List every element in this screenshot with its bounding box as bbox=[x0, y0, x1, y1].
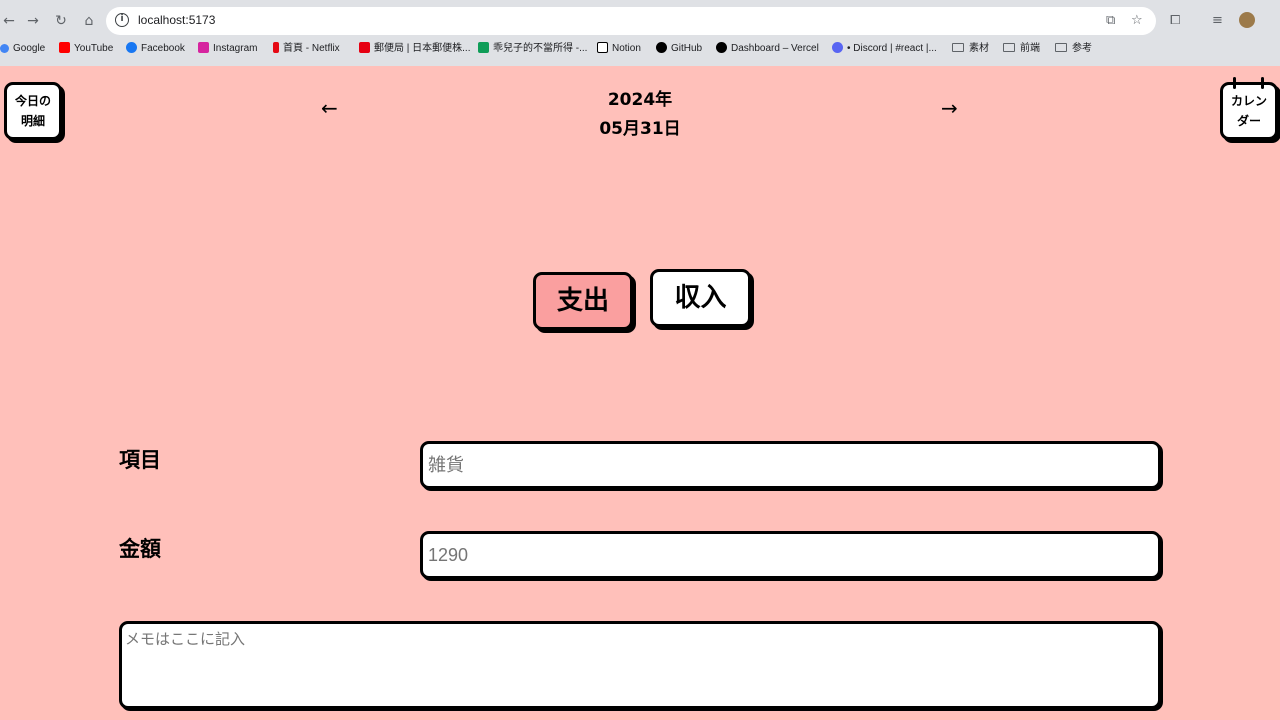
bookmark-star-icon[interactable]: ☆ bbox=[1131, 13, 1143, 29]
instagram-icon bbox=[198, 42, 209, 53]
site-info-icon[interactable]: i bbox=[115, 13, 129, 27]
calendar-ring-icon bbox=[1233, 77, 1236, 89]
bookmark-vercel[interactable]: Dashboard – Vercel bbox=[716, 42, 819, 56]
url-text[interactable]: localhost:5173 bbox=[138, 13, 215, 27]
bookmarks-bar: Google YouTube Facebook Instagram 首頁 - N… bbox=[0, 40, 1280, 60]
item-input[interactable] bbox=[420, 441, 1161, 489]
bookmark-google[interactable]: Google bbox=[0, 42, 45, 56]
memo-textarea[interactable] bbox=[119, 621, 1161, 709]
browser-chrome: ← → ↻ ⌂ i localhost:5173 ⧉ ☆ ⧠ ≡ Google … bbox=[0, 0, 1280, 66]
extensions-icon[interactable]: ⧠ bbox=[1170, 12, 1180, 30]
today-details-button[interactable]: 今日の 明細 bbox=[4, 82, 62, 140]
discord-icon bbox=[832, 42, 843, 53]
open-in-app-icon[interactable]: ⧉ bbox=[1106, 13, 1115, 29]
profile-avatar[interactable] bbox=[1239, 12, 1255, 28]
japanpost-icon bbox=[359, 42, 370, 53]
calendar-button[interactable]: カレン ダー bbox=[1220, 77, 1278, 140]
date-display: 2024年 05月31日 bbox=[540, 86, 740, 144]
bookmark-sheets[interactable]: 乖兒子的不當所得 -... bbox=[478, 42, 587, 56]
income-button[interactable]: 収入 bbox=[650, 269, 751, 327]
bookmark-discord[interactable]: • Discord | #react |... bbox=[832, 42, 937, 56]
forward-icon[interactable]: → bbox=[24, 12, 42, 30]
home-icon[interactable]: ⌂ bbox=[80, 12, 98, 30]
folder-icon bbox=[1003, 43, 1015, 52]
github-icon bbox=[656, 42, 667, 53]
item-label: 項目 bbox=[119, 448, 161, 472]
bookmark-folder-materials[interactable]: 素材 bbox=[952, 42, 989, 56]
today-details-label-line2: 明細 bbox=[20, 114, 45, 128]
bookmark-folder-frontend[interactable]: 前端 bbox=[1003, 42, 1040, 56]
bookmark-notion[interactable]: Notion bbox=[597, 42, 641, 56]
amount-input[interactable] bbox=[420, 531, 1161, 579]
facebook-icon bbox=[126, 42, 137, 53]
bookmark-youtube[interactable]: YouTube bbox=[59, 42, 113, 56]
bookmark-github[interactable]: GitHub bbox=[656, 42, 702, 56]
calendar-label-line1: カレン bbox=[1230, 94, 1267, 108]
folder-icon bbox=[952, 43, 964, 52]
folder-icon bbox=[1055, 43, 1067, 52]
address-bar[interactable]: i localhost:5173 ⧉ ☆ bbox=[106, 7, 1156, 35]
expense-button[interactable]: 支出 bbox=[533, 272, 633, 330]
next-day-arrow-icon[interactable]: → bbox=[941, 96, 958, 120]
reload-icon[interactable]: ↻ bbox=[52, 12, 70, 30]
google-icon bbox=[0, 44, 9, 53]
media-control-icon[interactable]: ≡ bbox=[1212, 12, 1223, 30]
date-text: 05月31日 bbox=[599, 119, 681, 139]
notion-icon bbox=[597, 42, 608, 53]
year-text: 2024年 bbox=[607, 90, 673, 110]
bookmark-facebook[interactable]: Facebook bbox=[126, 42, 185, 56]
bookmark-japanpost[interactable]: 郵便局 | 日本郵便株... bbox=[359, 42, 471, 56]
netflix-icon bbox=[273, 42, 279, 53]
calendar-label-line2: ダー bbox=[1236, 114, 1261, 128]
sheets-icon bbox=[478, 42, 489, 53]
browser-toolbar: ← → ↻ ⌂ i localhost:5173 ⧉ ☆ ⧠ ≡ bbox=[0, 4, 1280, 38]
bookmark-folder-reference[interactable]: 参考 bbox=[1055, 42, 1092, 56]
youtube-icon bbox=[59, 42, 70, 53]
back-icon[interactable]: ← bbox=[0, 12, 18, 30]
prev-day-arrow-icon[interactable]: ← bbox=[321, 96, 338, 120]
calendar-ring-icon bbox=[1261, 77, 1264, 89]
bookmark-instagram[interactable]: Instagram bbox=[198, 42, 257, 56]
today-details-label-line1: 今日の bbox=[14, 94, 51, 108]
vercel-icon bbox=[716, 42, 727, 53]
bookmark-netflix[interactable]: 首頁 - Netflix bbox=[273, 42, 340, 56]
amount-label: 金額 bbox=[119, 537, 161, 561]
